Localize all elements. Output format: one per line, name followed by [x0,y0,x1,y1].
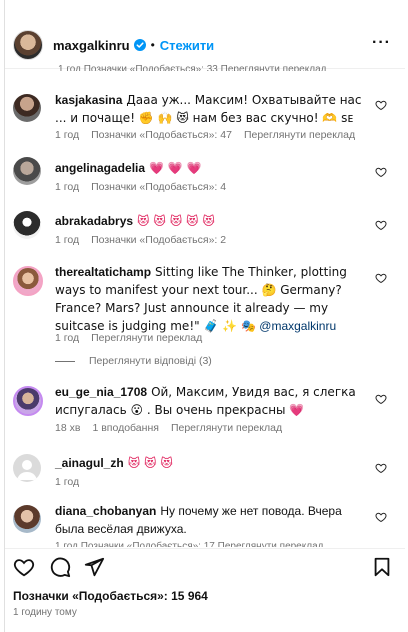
comment-icon[interactable] [49,556,71,578]
commenter-username[interactable]: diana_chobanyan [55,504,156,518]
comment-likes[interactable]: Позначки «Подобається»: 4 [91,181,226,193]
translate-link[interactable]: Переглянути переклад [91,332,202,344]
view-replies-button[interactable]: Переглянути відповіді (3) [55,355,212,367]
comment-text: therealtatichamp Sitting like The Thinker… [55,263,373,335]
comment-time: 1 год [55,181,80,193]
left-border [4,0,5,632]
replies-line [55,360,75,362]
comment-time: 1 год [55,476,80,488]
more-options-icon[interactable]: ··· [372,34,391,52]
heart-icon[interactable] [375,99,387,111]
mention-link[interactable]: @maxgalkinru [259,319,336,333]
cut-off-comment-meta: 1 год Позначки «Подобається»: 33 Перегля… [58,64,327,71]
comment-text: abrakadabrys 😻 😻 😻 😻 😻 [55,212,373,230]
comment-meta: 1 год [55,476,91,488]
view-replies-label: Переглянути відповіді (3) [89,355,212,367]
heart-icon[interactable] [375,393,387,405]
commenter-avatar[interactable] [13,505,41,533]
comment-meta: 18 хв 1 вподобання Переглянути переклад [55,422,294,434]
author-avatar[interactable] [13,30,43,60]
comment-likes[interactable]: 1 вподобання [92,422,159,434]
comment-time: 1 год [55,332,80,344]
commenter-avatar[interactable] [13,157,41,185]
post-actions-bar [5,554,405,582]
comment-meta: 1 год Позначки «Подобається»: 47 Перегляну… [55,129,367,141]
commenter-avatar[interactable] [13,454,41,482]
comment-text: diana_chobanyan Ну почему же нет повода. … [55,502,373,538]
post-comments-panel: maxgalkinru • Стежити ··· 1 год Позначки… [0,0,408,632]
heart-icon[interactable] [375,272,387,284]
follow-button[interactable]: Стежити [160,38,214,53]
commenter-username[interactable]: abrakadabrys [55,214,133,228]
comment-meta: 1 год Позначки «Подобається»: 2 [55,234,238,246]
comment-body: 💗 💗 💗 [149,161,202,175]
commenter-avatar[interactable] [13,386,43,416]
send-icon[interactable] [83,556,105,578]
comment-likes[interactable]: Позначки «Подобається»: 2 [91,234,226,246]
heart-icon[interactable] [375,462,387,474]
default-avatar-icon [17,460,37,480]
translate-link[interactable]: Переглянути переклад [244,129,355,141]
comment-time: 1 год [55,129,80,141]
post-header: maxgalkinru • Стежити ··· [5,22,405,68]
commenter-avatar[interactable] [13,266,43,296]
translate-link[interactable]: Переглянути переклад [171,422,282,434]
comment-body: 😻 😻 😻 [127,456,173,470]
comment-text: kasjakasina Дааа уж... Максим! Охватывайт… [55,91,373,127]
verified-badge-icon [133,39,146,51]
actions-divider [5,548,405,549]
comment-time: 1 год [55,234,80,246]
commenter-avatar[interactable] [13,211,41,239]
comment-body: 😻 😻 😻 😻 😻 [137,214,215,228]
comment-text: angelinagadelia 💗 💗 💗 [55,159,373,177]
bookmark-icon[interactable] [371,556,393,578]
commenter-username[interactable]: kasjakasina [55,93,122,107]
post-timestamp: 1 годину тому [13,607,77,618]
comment-text: _ainagul_zh 😻 😻 😻 [55,454,373,472]
heart-icon[interactable] [13,556,35,578]
commenter-username[interactable]: therealtatichamp [55,265,151,279]
commenter-username[interactable]: angelinagadelia [55,161,145,175]
comment-meta: 1 год Позначки «Подобається»: 4 [55,181,238,193]
commenter-username[interactable]: _ainagul_zh [55,456,124,470]
comment-text: eu_ge_nia_1708 Ой, Максим, Увидя вас, я с… [55,383,373,419]
cut-off-comment-meta: 1 год Позначки «Подобається»: 17 Перегля… [55,541,324,547]
comment-likes[interactable]: Позначки «Подобається»: 47 [91,129,232,141]
heart-icon[interactable] [375,166,387,178]
commenter-avatar[interactable] [13,94,41,122]
comment-time: 18 хв [55,422,81,434]
author-username[interactable]: maxgalkinru [53,38,130,53]
heart-icon[interactable] [375,219,387,231]
comment-meta: 1 год Переглянути переклад [55,332,214,344]
header-separator: • [150,38,155,52]
commenter-username[interactable]: eu_ge_nia_1708 [55,385,147,399]
post-likes-count[interactable]: Позначки «Подобається»: 15 964 [13,589,208,603]
heart-icon[interactable] [375,511,387,523]
